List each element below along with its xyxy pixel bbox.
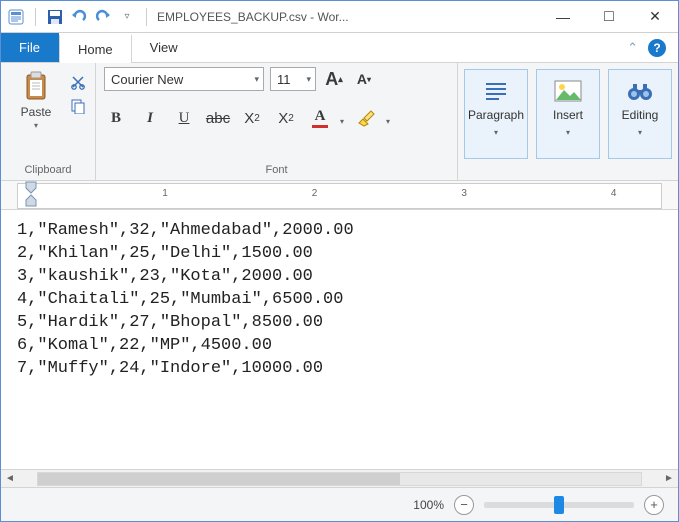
dropdown-caret-icon: ▾ [300,74,311,85]
dropdown-caret-icon: ▾ [248,74,259,85]
group-right: Paragraph ▾ Insert ▾ Editing ▾ [458,63,678,180]
caret-up-icon: ▴ [338,74,343,85]
scrollbar-track[interactable] [37,472,642,486]
group-clipboard: Paste ▾ Clipboard [1,63,96,180]
superscript-2: 2 [288,113,294,124]
ruler-mark: 1 [162,188,168,199]
ruler-mark: 4 [611,188,617,199]
app-window: ▿ EMPLOYEES_BACKUP.csv - Wor... — □ ✕ Fi… [0,0,679,522]
picture-icon [552,78,584,104]
document-text[interactable]: 1,"Ramesh",32,"Ahmedabad",2000.00 2,"Khi… [17,220,662,381]
maximize-button[interactable]: □ [586,1,632,33]
qat-customize-icon[interactable]: ▿ [118,8,136,26]
paragraph-icon [480,78,512,104]
binoculars-icon [624,78,656,104]
separator [146,8,147,26]
minimize-button[interactable]: — [540,1,586,33]
dropdown-caret-icon: ▾ [638,128,642,137]
highlight-button[interactable] [354,107,378,129]
window-controls: — □ ✕ [540,1,678,33]
paste-button[interactable]: Paste ▾ [9,67,63,134]
font-color-A: A [315,108,326,125]
app-icon [7,8,25,26]
grow-font-button[interactable]: A▴ [322,68,346,90]
group-font: Courier New ▾ 11 ▾ A▴ A▾ B [96,63,458,180]
grow-font-label: A [325,69,338,90]
redo-icon[interactable] [94,8,112,26]
dropdown-caret-icon: ▾ [34,121,38,130]
tab-file[interactable]: File [1,33,59,62]
undo-icon[interactable] [70,8,88,26]
bold-button[interactable]: B [104,107,128,129]
scroll-right-icon[interactable]: ► [660,470,678,488]
tab-home[interactable]: Home [59,34,132,63]
tab-right-controls: ⌃ ? [615,33,678,62]
ruler-mark: 3 [461,188,467,199]
ruler-mark: 2 [312,188,318,199]
ruler[interactable]: 1 2 3 4 [1,181,678,210]
dropdown-caret-icon[interactable]: ▾ [386,117,390,129]
dropdown-caret-icon: ▾ [494,128,498,137]
collapse-ribbon-icon[interactable]: ⌃ [627,40,638,56]
font-size-combo[interactable]: 11 ▾ [270,67,316,91]
font-family-combo[interactable]: Courier New ▾ [104,67,264,91]
tab-view[interactable]: View [132,33,197,62]
paragraph-button[interactable]: Paragraph ▾ [464,69,528,159]
font-color-swatch [312,125,328,128]
status-bar: 100% − + [1,487,678,521]
cut-icon[interactable] [69,73,87,91]
insert-button[interactable]: Insert ▾ [536,69,600,159]
window-title: EMPLOYEES_BACKUP.csv - Wor... [157,10,349,24]
strikethrough-button[interactable]: abc [206,107,230,129]
separator [35,8,36,26]
caret-down-icon: ▾ [367,75,371,84]
superscript-button[interactable]: X2 [274,107,298,129]
underline-button[interactable]: U [172,107,196,129]
superscript-x: X [278,110,288,127]
zoom-slider[interactable] [484,502,634,508]
ruler-scale: 1 2 3 4 [28,188,651,206]
zoom-label: 100% [413,498,444,512]
paste-icon [20,71,52,103]
editing-button[interactable]: Editing ▾ [608,69,672,159]
help-icon[interactable]: ? [648,39,666,57]
shrink-font-button[interactable]: A▾ [352,68,376,90]
close-button[interactable]: ✕ [632,1,678,33]
paragraph-label: Paragraph [468,108,524,122]
ribbon-tabs: File Home View ⌃ ? [1,33,678,63]
font-size-value: 11 [277,72,291,87]
subscript-2: 2 [254,113,260,124]
font-family-value: Courier New [111,72,183,87]
zoom-slider-thumb[interactable] [554,496,564,514]
scroll-left-icon[interactable]: ◄ [1,470,19,488]
italic-button[interactable]: I [138,107,162,129]
titlebar: ▿ EMPLOYEES_BACKUP.csv - Wor... — □ ✕ [1,1,678,33]
document-area[interactable]: 1,"Ramesh",32,"Ahmedabad",2000.00 2,"Khi… [1,210,678,469]
insert-label: Insert [553,108,583,122]
copy-icon[interactable] [69,97,87,115]
zoom-in-button[interactable]: + [644,495,664,515]
paste-label: Paste [21,105,52,119]
group-font-label: Font [104,162,449,178]
editing-label: Editing [622,108,659,122]
zoom-out-button[interactable]: − [454,495,474,515]
shrink-font-label: A [357,71,367,87]
subscript-x: X [244,110,254,127]
scrollbar-thumb[interactable] [38,473,400,485]
horizontal-scrollbar[interactable]: ◄ ► [1,469,678,487]
quick-access-toolbar: ▿ [1,8,142,26]
dropdown-caret-icon[interactable]: ▾ [340,117,344,129]
dropdown-caret-icon: ▾ [566,128,570,137]
group-clipboard-label: Clipboard [9,162,87,178]
subscript-button[interactable]: X2 [240,107,264,129]
save-icon[interactable] [46,8,64,26]
font-color-button[interactable]: A [308,107,332,129]
ribbon: Paste ▾ Clipboard Courier [1,63,678,181]
